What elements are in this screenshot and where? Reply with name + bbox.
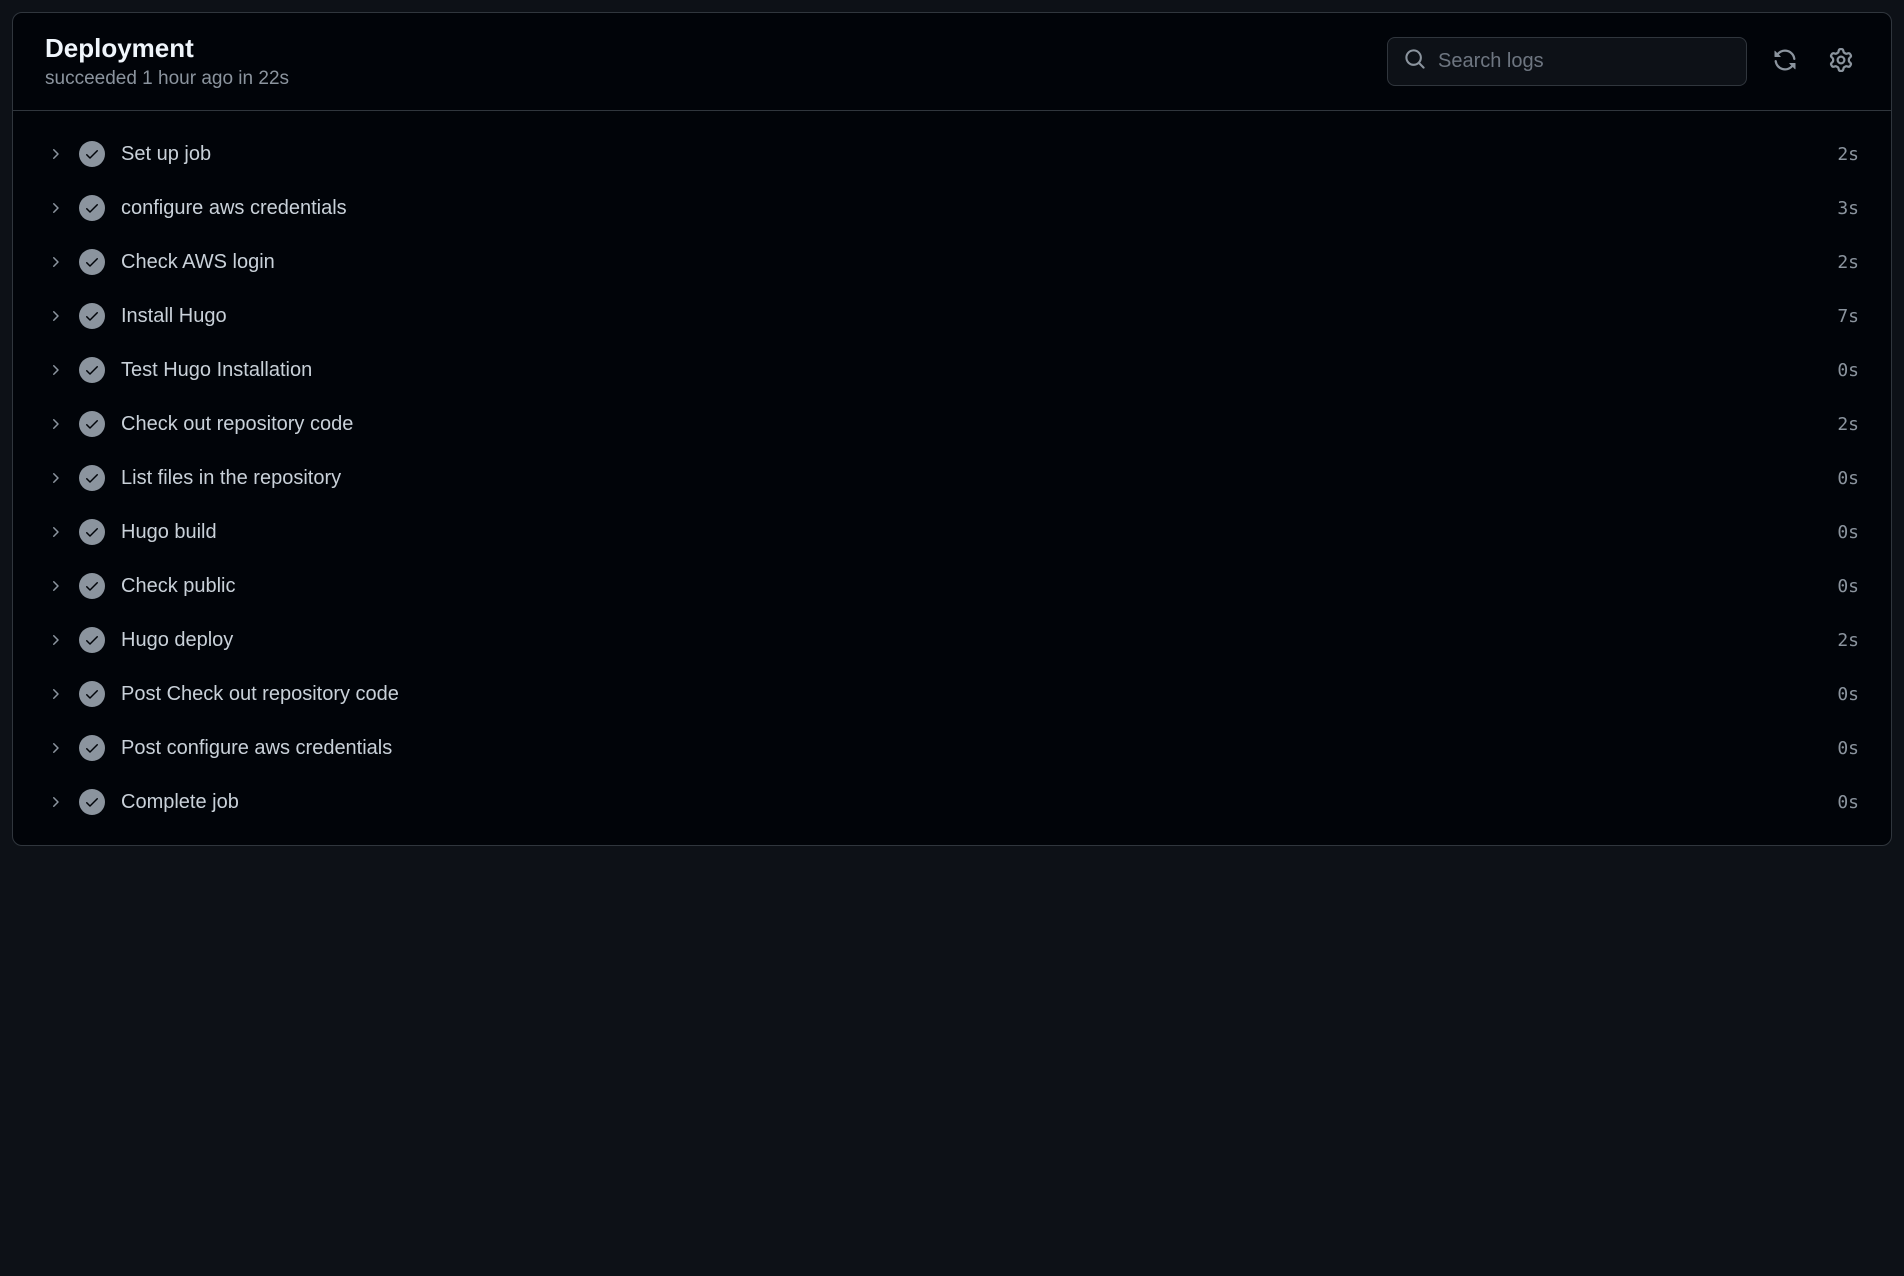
chevron-right-icon bbox=[45, 144, 65, 164]
step-duration: 0s bbox=[1837, 360, 1859, 381]
check-circle-icon bbox=[79, 249, 105, 275]
chevron-right-icon bbox=[45, 306, 65, 326]
chevron-right-icon bbox=[45, 414, 65, 434]
chevron-right-icon bbox=[45, 576, 65, 596]
step-duration: 2s bbox=[1837, 414, 1859, 435]
refresh-button[interactable] bbox=[1767, 42, 1803, 81]
check-circle-icon bbox=[79, 357, 105, 383]
chevron-right-icon bbox=[45, 738, 65, 758]
step-duration: 0s bbox=[1837, 468, 1859, 489]
step-label: Hugo build bbox=[121, 521, 1837, 544]
step-duration: 0s bbox=[1837, 522, 1859, 543]
check-circle-icon bbox=[79, 627, 105, 653]
step-label: Post configure aws credentials bbox=[121, 737, 1837, 760]
step-row[interactable]: configure aws credentials3s bbox=[13, 181, 1891, 235]
step-label: Test Hugo Installation bbox=[121, 359, 1837, 382]
chevron-right-icon bbox=[45, 684, 65, 704]
chevron-right-icon bbox=[45, 360, 65, 380]
check-circle-icon bbox=[79, 465, 105, 491]
steps-list: Set up job2sconfigure aws credentials3sC… bbox=[13, 111, 1891, 845]
deployment-panel: Deployment succeeded 1 hour ago in 22s bbox=[12, 12, 1892, 846]
step-row[interactable]: Check AWS login2s bbox=[13, 235, 1891, 289]
chevron-right-icon bbox=[45, 792, 65, 812]
chevron-right-icon bbox=[45, 468, 65, 488]
step-label: Check AWS login bbox=[121, 251, 1837, 274]
step-label: Check out repository code bbox=[121, 413, 1837, 436]
check-circle-icon bbox=[79, 789, 105, 815]
check-circle-icon bbox=[79, 195, 105, 221]
step-row[interactable]: Post Check out repository code0s bbox=[13, 667, 1891, 721]
status-subtitle: succeeded 1 hour ago in 22s bbox=[45, 68, 289, 90]
step-duration: 0s bbox=[1837, 792, 1859, 813]
check-circle-icon bbox=[79, 303, 105, 329]
step-label: configure aws credentials bbox=[121, 197, 1837, 220]
step-label: Post Check out repository code bbox=[121, 683, 1837, 706]
step-duration: 0s bbox=[1837, 576, 1859, 597]
header-actions bbox=[1387, 37, 1859, 86]
step-row[interactable]: Set up job2s bbox=[13, 127, 1891, 181]
chevron-right-icon bbox=[45, 252, 65, 272]
search-icon bbox=[1404, 48, 1438, 75]
step-duration: 3s bbox=[1837, 198, 1859, 219]
step-row[interactable]: Check public0s bbox=[13, 559, 1891, 613]
settings-button[interactable] bbox=[1823, 42, 1859, 81]
step-row[interactable]: Hugo deploy2s bbox=[13, 613, 1891, 667]
step-row[interactable]: List files in the repository0s bbox=[13, 451, 1891, 505]
step-row[interactable]: Hugo build0s bbox=[13, 505, 1891, 559]
search-input[interactable] bbox=[1438, 50, 1730, 73]
step-row[interactable]: Test Hugo Installation0s bbox=[13, 343, 1891, 397]
step-label: List files in the repository bbox=[121, 467, 1837, 490]
step-label: Hugo deploy bbox=[121, 629, 1837, 652]
check-circle-icon bbox=[79, 141, 105, 167]
step-label: Set up job bbox=[121, 143, 1837, 166]
chevron-right-icon bbox=[45, 522, 65, 542]
chevron-right-icon bbox=[45, 198, 65, 218]
step-duration: 2s bbox=[1837, 252, 1859, 273]
refresh-icon bbox=[1773, 48, 1797, 75]
gear-icon bbox=[1829, 48, 1853, 75]
check-circle-icon bbox=[79, 681, 105, 707]
step-row[interactable]: Post configure aws credentials0s bbox=[13, 721, 1891, 775]
step-duration: 0s bbox=[1837, 738, 1859, 759]
check-circle-icon bbox=[79, 735, 105, 761]
step-duration: 7s bbox=[1837, 306, 1859, 327]
check-circle-icon bbox=[79, 411, 105, 437]
step-row[interactable]: Complete job0s bbox=[13, 775, 1891, 829]
step-label: Install Hugo bbox=[121, 305, 1837, 328]
step-duration: 2s bbox=[1837, 144, 1859, 165]
step-row[interactable]: Check out repository code2s bbox=[13, 397, 1891, 451]
check-circle-icon bbox=[79, 519, 105, 545]
step-row[interactable]: Install Hugo7s bbox=[13, 289, 1891, 343]
step-label: Complete job bbox=[121, 791, 1837, 814]
step-label: Check public bbox=[121, 575, 1837, 598]
step-duration: 2s bbox=[1837, 630, 1859, 651]
page-title: Deployment bbox=[45, 33, 289, 64]
check-circle-icon bbox=[79, 573, 105, 599]
header-title-block: Deployment succeeded 1 hour ago in 22s bbox=[45, 33, 289, 90]
chevron-right-icon bbox=[45, 630, 65, 650]
panel-header: Deployment succeeded 1 hour ago in 22s bbox=[13, 13, 1891, 111]
search-box[interactable] bbox=[1387, 37, 1747, 86]
step-duration: 0s bbox=[1837, 684, 1859, 705]
